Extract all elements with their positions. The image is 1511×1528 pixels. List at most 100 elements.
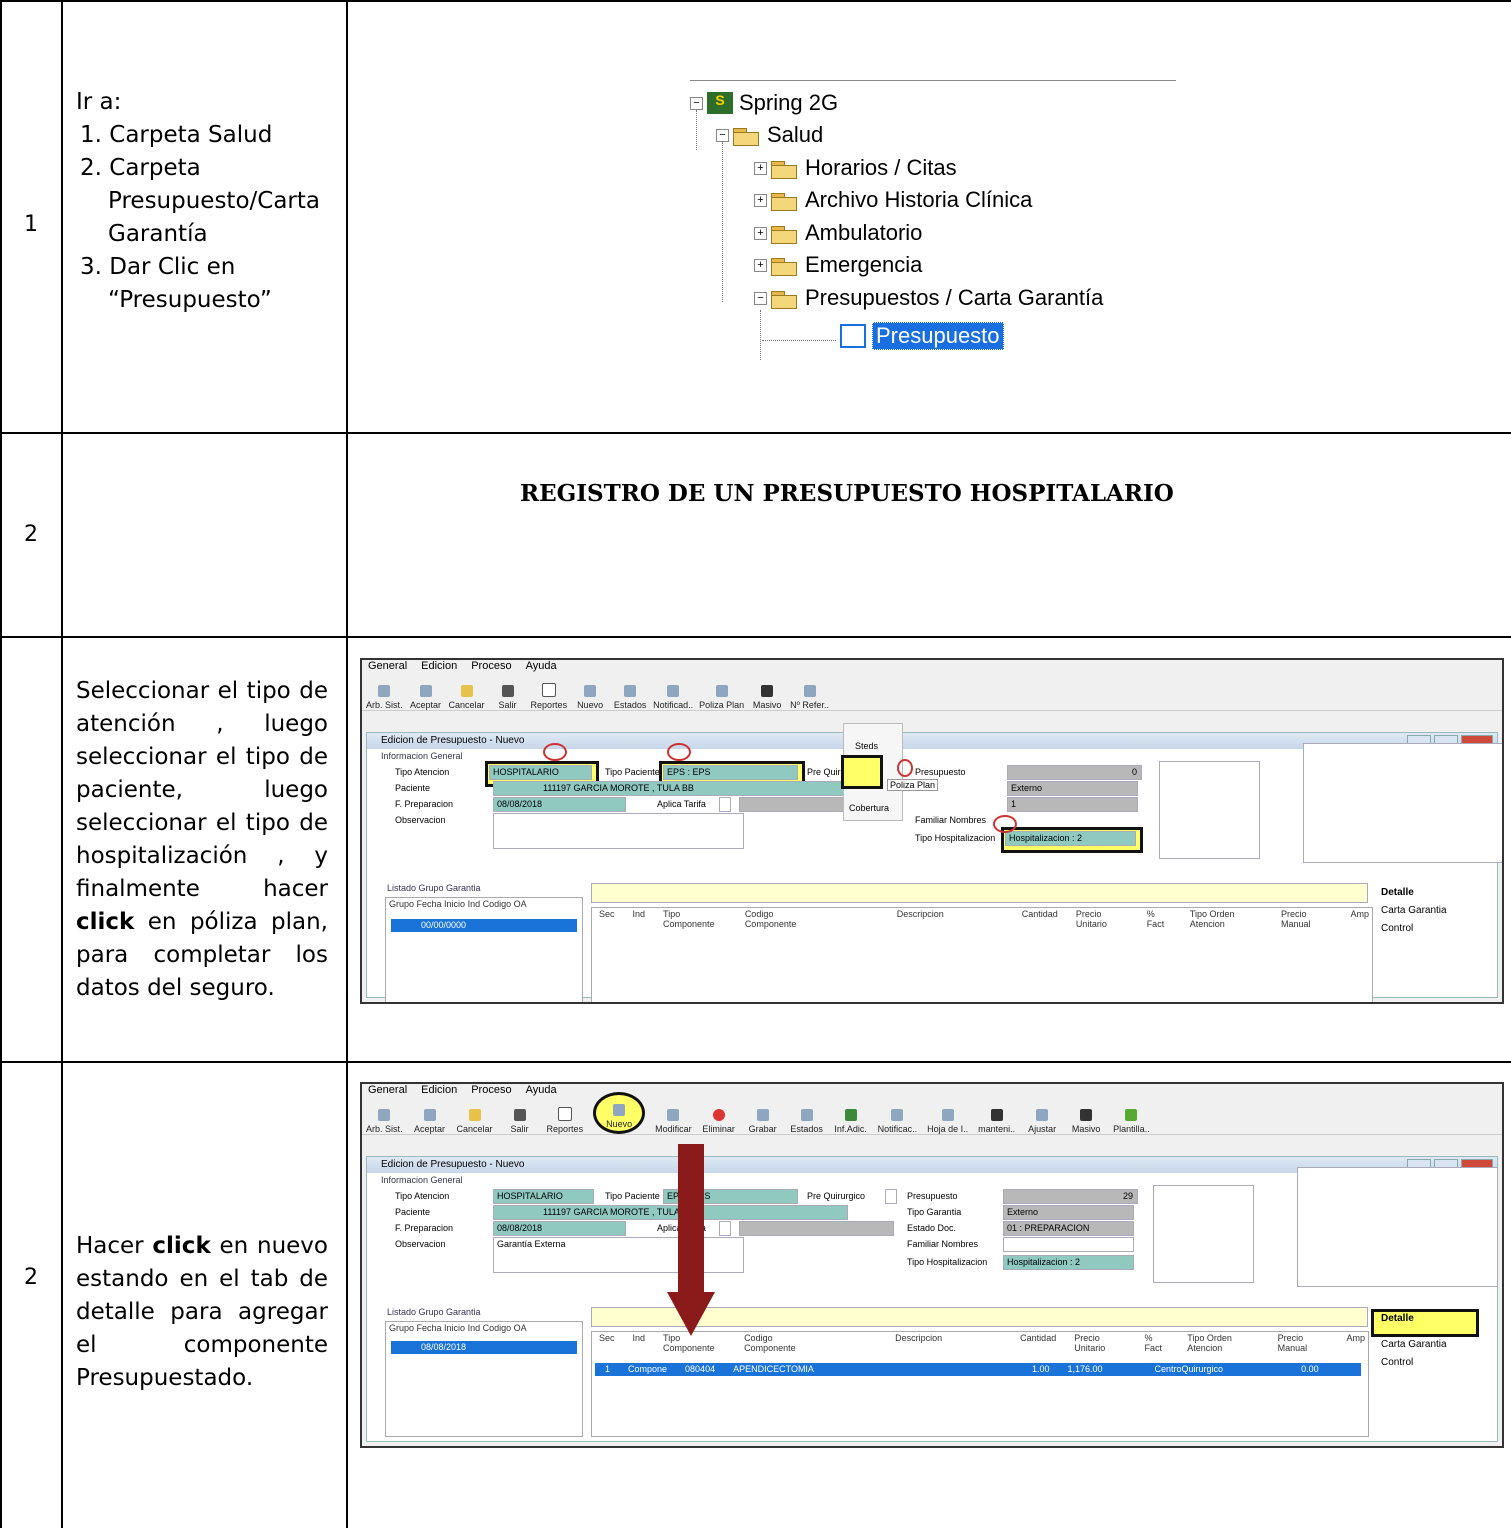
toolbar-button[interactable]: Aceptar bbox=[413, 1100, 447, 1134]
aplica-tarifa-checkbox[interactable] bbox=[719, 797, 731, 812]
cell-codigo[interactable]: 080404 bbox=[685, 1363, 715, 1376]
grid-left-row[interactable]: 08/08/2018 bbox=[391, 1341, 577, 1354]
observacion-field[interactable] bbox=[493, 813, 744, 849]
toolbar-button[interactable]: Salir bbox=[503, 1100, 537, 1134]
estado-select[interactable]: 01 : PREPARACION bbox=[1003, 1221, 1134, 1236]
cell-cantidad[interactable]: 1.00 bbox=[1032, 1363, 1050, 1376]
side-tab-detalle[interactable]: Detalle bbox=[1381, 1313, 1414, 1324]
expand-icon[interactable]: + bbox=[754, 258, 767, 272]
reference-icon bbox=[803, 685, 816, 697]
folder-open-icon bbox=[733, 126, 759, 146]
tree-node-emergencia[interactable]: + Emergencia bbox=[754, 252, 922, 278]
side-tab-control[interactable]: Control bbox=[1381, 923, 1413, 934]
toolbar-button[interactable]: Nuevo bbox=[573, 676, 607, 710]
tipo-atencion-select[interactable]: HOSPITALARIO bbox=[489, 765, 592, 780]
toolbar-button[interactable]: Arb. Sist. bbox=[366, 676, 403, 710]
col-header: Amp bbox=[1346, 1333, 1366, 1343]
side-tab-detalle[interactable]: Detalle bbox=[1381, 887, 1414, 898]
toolbar-label: Estados bbox=[790, 1124, 823, 1134]
side-tab-carta[interactable]: Carta Garantia bbox=[1381, 1339, 1447, 1350]
menu-general[interactable]: General bbox=[368, 1084, 407, 1098]
cell-tipo[interactable]: Compone bbox=[628, 1363, 667, 1376]
expand-icon[interactable]: + bbox=[754, 226, 767, 240]
garantia-select[interactable]: Externo bbox=[1007, 781, 1138, 796]
menu-ayuda[interactable]: Ayuda bbox=[526, 660, 557, 674]
aplica-tarifa-checkbox[interactable] bbox=[719, 1221, 731, 1236]
tipo-atencion-select[interactable]: HOSPITALARIO bbox=[493, 1189, 594, 1204]
toolbar-button[interactable]: Modificar bbox=[655, 1100, 692, 1134]
toolbar-button[interactable]: Ajustar bbox=[1025, 1100, 1059, 1134]
toolbar-button[interactable]: Arb. Sist. bbox=[366, 1100, 403, 1134]
toolbar-button[interactable]: Reportes bbox=[547, 1100, 583, 1134]
toolbar-button[interactable]: Notificac.. bbox=[878, 1100, 917, 1134]
cell-orden: CentroQuirurgico bbox=[1154, 1364, 1224, 1374]
toolbar-button[interactable]: Nº Refer.. bbox=[790, 676, 829, 710]
paciente-field[interactable]: 111197 GARCIA MOROTE , TULA BB bbox=[493, 781, 848, 796]
tree-node-horarios[interactable]: + Horarios / Citas bbox=[754, 155, 957, 181]
grid-left-row[interactable]: 00/00/0000 bbox=[391, 919, 577, 932]
toolbar-button[interactable]: Estados bbox=[790, 1100, 824, 1134]
toolbar-button[interactable]: Eliminar bbox=[702, 1100, 736, 1134]
tipo-hosp-select[interactable]: Hospitalizacion : 2 bbox=[1005, 831, 1136, 846]
toolbar-button[interactable]: Aceptar bbox=[409, 676, 443, 710]
toolbar-label: Salir bbox=[510, 1124, 529, 1134]
garantia-select[interactable]: Externo bbox=[1003, 1205, 1134, 1220]
toolbar: Arb. Sist. Aceptar Cancelar Salir Report… bbox=[362, 676, 1502, 711]
menu-proceso[interactable]: Proceso bbox=[471, 1084, 511, 1098]
side-tab-carta[interactable]: Carta Garantia bbox=[1381, 905, 1447, 916]
toolbar-button[interactable]: Notificad.. bbox=[653, 676, 693, 710]
step-text-line: 3. Dar Clic en bbox=[80, 254, 236, 280]
menu-general[interactable]: General bbox=[368, 660, 407, 674]
tree-node-salud[interactable]: − Salud bbox=[716, 122, 823, 148]
popup-cobertura[interactable]: Cobertura bbox=[849, 803, 889, 813]
toolbar-button[interactable]: Poliza Plan bbox=[699, 676, 744, 710]
tree-node-spring[interactable]: − S Spring 2G bbox=[690, 90, 838, 116]
tree-node-ambulatorio[interactable]: + Ambulatorio bbox=[754, 220, 922, 246]
toolbar-button[interactable]: Inf.Adic. bbox=[834, 1100, 868, 1134]
toolbar-button[interactable]: Masivo bbox=[750, 676, 784, 710]
toolbar-button[interactable]: Cancelar bbox=[457, 1100, 493, 1134]
app-logo-icon: S bbox=[707, 92, 733, 114]
nuevo-button[interactable]: Nuevo bbox=[593, 1092, 646, 1134]
col-header: Sec bbox=[599, 909, 615, 919]
toolbar-button[interactable]: Salir bbox=[491, 676, 525, 710]
toolbar-button[interactable]: Plantilla.. bbox=[1113, 1100, 1150, 1134]
collapse-icon[interactable]: − bbox=[690, 96, 703, 110]
estado-select[interactable]: 1 bbox=[1007, 797, 1138, 812]
familiar-field[interactable] bbox=[1003, 1237, 1134, 1252]
tree-node-presupuesto[interactable]: Presupuesto bbox=[840, 322, 1004, 350]
paciente-field[interactable]: 111197 GARCIA MOROTE , TULA BB bbox=[493, 1205, 848, 1220]
toolbar-label: Reportes bbox=[530, 700, 568, 710]
menu-edicion[interactable]: Edicion bbox=[421, 1084, 457, 1098]
paciente-nombre: GARCIA MOROTE , TULA BB bbox=[573, 1207, 694, 1217]
side-tab-control[interactable]: Control bbox=[1381, 1357, 1413, 1368]
menu-ayuda[interactable]: Ayuda bbox=[526, 1084, 557, 1098]
toolbar-button[interactable]: Cancelar bbox=[449, 676, 485, 710]
toolbar-button[interactable]: Hoja de I.. bbox=[927, 1100, 968, 1134]
collapse-icon[interactable]: − bbox=[716, 128, 729, 142]
menu-bar: General Edicion Proceso Ayuda bbox=[362, 660, 1502, 674]
menu-edicion[interactable]: Edicion bbox=[421, 660, 457, 674]
tree-node-archivo[interactable]: + Archivo Historia Clínica bbox=[754, 187, 1032, 213]
collapse-icon[interactable]: − bbox=[754, 291, 767, 305]
toolbar-button[interactable]: Masivo bbox=[1069, 1100, 1103, 1134]
popup-poliza-plan[interactable]: Poliza Plan bbox=[887, 779, 939, 791]
table-row[interactable]: 1 Compone 080404 APENDICECTOMIA 1.00 1,1… bbox=[595, 1363, 1361, 1376]
observacion-field[interactable]: Garantía Externa bbox=[493, 1237, 744, 1273]
cell-manual[interactable]: 0.00 bbox=[1301, 1363, 1319, 1376]
toolbar-button[interactable]: manteni.. bbox=[978, 1100, 1015, 1134]
expand-icon[interactable]: + bbox=[754, 161, 767, 175]
tree-node-presupuestos[interactable]: − Presupuestos / Carta Garantía bbox=[754, 285, 1103, 311]
fecha-field[interactable]: 08/08/2018 bbox=[493, 1221, 626, 1236]
toolbar-button[interactable]: Reportes bbox=[530, 676, 568, 710]
fecha-field[interactable]: 08/08/2018 bbox=[493, 797, 626, 812]
tipo-hosp-select[interactable]: Hospitalizacion : 2 bbox=[1003, 1255, 1134, 1270]
popup-label: Poliza Plan bbox=[890, 780, 936, 790]
pre-quirurgico-checkbox[interactable] bbox=[885, 1189, 897, 1204]
toolbar-button[interactable]: Grabar bbox=[746, 1100, 780, 1134]
popup-steds[interactable]: Steds bbox=[855, 741, 878, 751]
menu-proceso[interactable]: Proceso bbox=[471, 660, 511, 674]
toolbar-button[interactable]: Estados bbox=[613, 676, 647, 710]
expand-icon[interactable]: + bbox=[754, 193, 767, 207]
tipo-paciente-select[interactable]: EPS : EPS bbox=[663, 765, 798, 780]
